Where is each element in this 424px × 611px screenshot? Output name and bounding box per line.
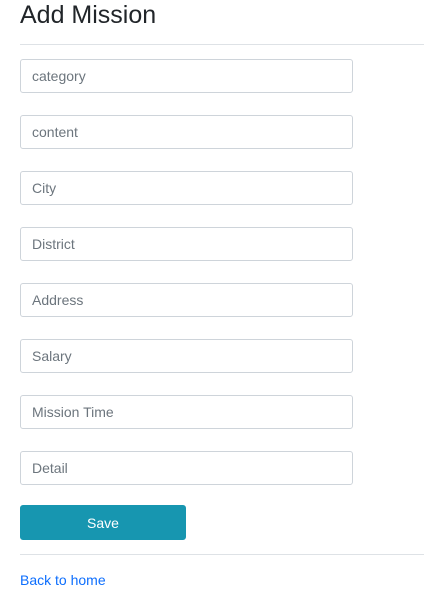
- mission-time-input[interactable]: [20, 395, 353, 429]
- save-button[interactable]: Save: [20, 505, 186, 540]
- salary-input[interactable]: [20, 339, 353, 373]
- bottom-divider: [20, 554, 424, 555]
- add-mission-page: Add Mission Save Back to home: [0, 0, 424, 611]
- add-mission-form: [20, 59, 353, 507]
- page-title: Add Mission: [20, 1, 157, 29]
- detail-input[interactable]: [20, 451, 353, 485]
- back-to-home-link[interactable]: Back to home: [20, 571, 106, 589]
- address-input[interactable]: [20, 283, 353, 317]
- top-divider: [20, 44, 424, 45]
- city-input[interactable]: [20, 171, 353, 205]
- category-input[interactable]: [20, 59, 353, 93]
- district-input[interactable]: [20, 227, 353, 261]
- content-input[interactable]: [20, 115, 353, 149]
